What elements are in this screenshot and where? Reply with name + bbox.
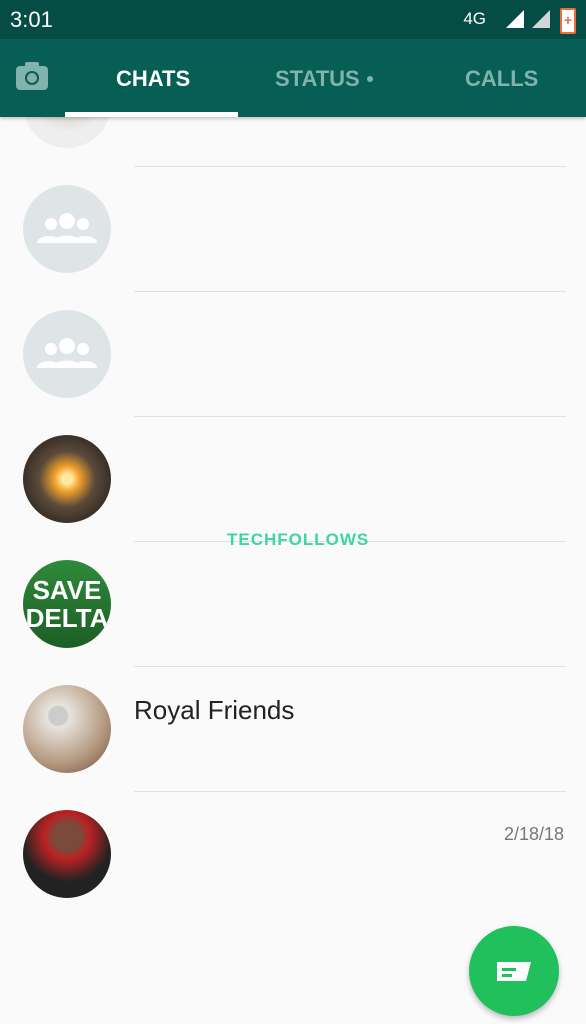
clock: 3:01: [10, 7, 53, 32]
status-update-dot-icon: ●: [365, 70, 375, 86]
tab-status[interactable]: STATUS ●: [275, 66, 374, 92]
tab-chats[interactable]: CHATS: [116, 66, 190, 92]
avatar: [23, 685, 111, 773]
tab-status-label: STATUS: [275, 66, 360, 91]
avatar: [23, 435, 111, 523]
tab-calls[interactable]: CALLS: [465, 66, 538, 92]
chat-date: 2/18/18: [503, 824, 564, 844]
tab-bar: CHATS STATUS ● CALLS: [0, 39, 586, 117]
network-type: 4G: [463, 9, 486, 28]
chat-row[interactable]: SAVE DELTA: [0, 542, 586, 667]
chat-row[interactable]: [0, 417, 586, 542]
new-chat-button[interactable]: [469, 926, 559, 1016]
chat-row[interactable]: [0, 292, 586, 417]
active-tab-indicator: [65, 112, 238, 117]
chat-row[interactable]: 2/18/18: [0, 792, 586, 917]
status-bar: 3:01 4G +: [0, 0, 586, 39]
signal-icon: [506, 10, 524, 28]
avatar: SAVE DELTA: [23, 560, 111, 648]
avatar: [23, 810, 111, 898]
group-icon: [37, 338, 97, 368]
chat-list: SAVE DELTA Royal Friends 2/18/18: [0, 117, 586, 1024]
battery-charging-icon: +: [560, 8, 576, 34]
message-icon: [497, 962, 531, 981]
group-avatar: [23, 185, 111, 273]
avatar: [23, 117, 111, 148]
watermark: TECHFOLLOWS: [227, 530, 370, 549]
group-icon: [37, 213, 97, 243]
chat-row[interactable]: Royal Friends: [0, 667, 586, 792]
chat-row[interactable]: [0, 167, 586, 292]
signal-no-sim-icon: [532, 10, 550, 28]
chat-name: Royal Friends: [134, 695, 295, 725]
camera-icon[interactable]: [16, 62, 48, 90]
chat-row[interactable]: [0, 117, 586, 167]
group-avatar: [23, 310, 111, 398]
